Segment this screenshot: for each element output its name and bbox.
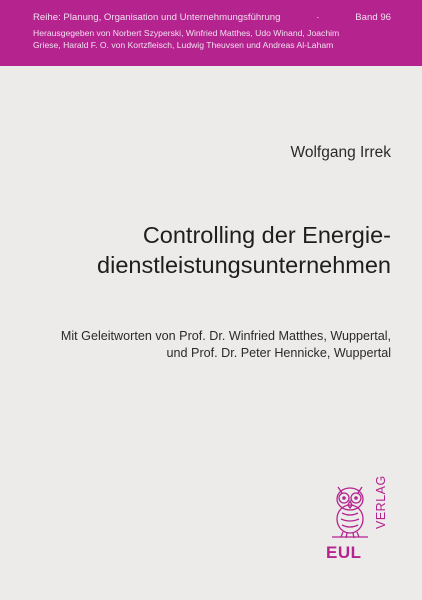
forewords: Mit Geleitworten von Prof. Dr. Winfried …: [11, 328, 391, 362]
series-volume: Band 96: [355, 12, 391, 23]
book-title: Controlling der Energie- dienstleistungs…: [31, 220, 391, 280]
editors-line-1: Herausgegeben von Norbert Szyperski, Win…: [33, 28, 340, 38]
book-cover: Reihe: Planung, Organisation und Unterne…: [0, 0, 422, 600]
series-line: Reihe: Planung, Organisation und Unterne…: [33, 12, 391, 23]
title-line-1: Controlling der Energie-: [142, 222, 391, 248]
publisher-logo: EUL VERLAG: [326, 475, 392, 589]
editors-line-2: Griese, Harald F. O. von Kortzfleisch, L…: [33, 40, 334, 50]
author-name: Wolfgang Irrek: [290, 144, 391, 161]
forewords-line-1: Mit Geleitworten von Prof. Dr. Winfried …: [60, 329, 391, 343]
owl-icon: [332, 486, 368, 539]
series-editors: Herausgegeben von Norbert Szyperski, Win…: [33, 27, 391, 51]
title-line-2: dienstleistungsunternehmen: [97, 252, 391, 278]
publisher-verlag: VERLAG: [374, 475, 388, 529]
forewords-line-2: und Prof. Dr. Peter Hennicke, Wuppertal: [166, 346, 391, 360]
publisher-name: EUL: [326, 543, 362, 562]
series-name: Reihe: Planung, Organisation und Unterne…: [33, 12, 281, 23]
series-separator: ·: [316, 12, 320, 23]
series-band: Reihe: Planung, Organisation und Unterne…: [0, 0, 422, 66]
